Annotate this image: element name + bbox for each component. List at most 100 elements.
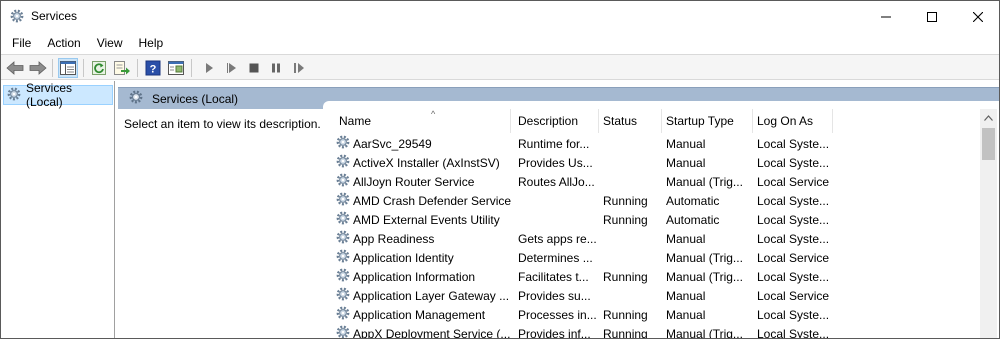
service-gear-icon [335,192,351,211]
service-status [603,154,663,173]
svg-text:?: ? [150,64,157,76]
show-hide-console-tree-icon[interactable] [58,58,78,78]
table-row[interactable]: AppX Deployment Service (... Provides inf… [323,325,983,339]
service-description [518,211,598,230]
minimize-button[interactable] [863,1,909,32]
vertical-scrollbar[interactable] [980,109,997,338]
gear-icon [9,8,25,24]
service-log-on-as: Local Syste... [757,194,830,208]
service-name-cell[interactable]: Application Identity [335,249,511,268]
back-arrow-icon[interactable] [5,58,25,78]
service-startup-type: Manual (Trig... [666,175,743,189]
refresh-icon[interactable] [89,58,109,78]
column-header-startup-type[interactable]: Startup Type [662,109,753,133]
menu-view[interactable]: View [89,33,131,53]
scroll-up-arrow-icon[interactable] [980,109,997,126]
service-gear-icon [335,306,351,325]
service-gear-icon [335,173,351,192]
menu-file[interactable]: File [4,33,39,53]
service-name-cell[interactable]: AarSvc_29549 [335,135,511,154]
gear-icon [6,86,22,105]
column-header-description[interactable]: Description [514,109,599,133]
service-status: Running [603,194,648,208]
maximize-button[interactable] [909,1,955,32]
service-name-cell[interactable]: Application Information [335,268,511,287]
service-log-on-as: Local Syste... [757,232,830,246]
menu-action[interactable]: Action [39,33,88,53]
service-description: Determines ... [518,251,593,265]
export-list-icon[interactable] [112,58,132,78]
start-service-icon[interactable] [199,58,219,78]
service-name: ActiveX Installer (AxInstSV) [353,156,500,170]
service-name-cell[interactable]: Application Management [335,306,511,325]
table-row[interactable]: AllJoyn Router Service Routes AllJo... Man… [323,173,983,192]
tree-item-services-local[interactable]: Services (Local) [3,81,113,109]
gear-icon [128,89,144,108]
service-name: App Readiness [353,232,435,246]
table-row[interactable]: Application Management Processes in... Run… [323,306,983,325]
service-startup-type: Manual [666,156,706,170]
properties-view-icon[interactable] [166,58,186,78]
service-name-cell[interactable]: AMD External Events Utility [335,211,511,230]
service-name: AarSvc_29549 [353,137,432,151]
service-name: Application Information [353,270,476,284]
service-gear-icon [335,268,351,287]
table-row[interactable]: Application Identity Determines ... Manual… [323,249,983,268]
table-row[interactable]: AarSvc_29549 Runtime for... Manual Local Sy… [323,135,983,154]
service-log-on-as: Local Syste... [757,213,830,227]
results-pane: Services (Local) Select an item to view … [118,81,999,339]
service-name-cell[interactable]: App Readiness [335,230,511,249]
service-log-on-as: Local Service [757,175,830,189]
forward-arrow-icon[interactable] [28,58,48,78]
service-name-cell[interactable]: Application Layer Gateway ... [335,287,511,306]
service-startup-type: Manual [666,232,706,246]
service-status [603,173,663,192]
service-description: Provides Us... [518,156,593,170]
start-service-alt-icon[interactable] [222,58,242,78]
service-gear-icon [335,211,351,230]
column-header-name[interactable]: ^ Name [335,109,511,133]
service-description: Routes AllJo... [518,175,595,189]
service-startup-type: Automatic [666,194,720,208]
service-startup-type: Manual (Trig... [666,327,743,339]
column-header-status[interactable]: Status [599,109,662,133]
services-rows: AarSvc_29549 Runtime for... Manual Local Sy… [323,135,983,339]
service-status: Running [603,213,648,227]
service-name: AllJoyn Router Service [353,175,475,189]
service-gear-icon [335,135,351,154]
service-gear-icon [335,154,351,173]
service-name-cell[interactable]: ActiveX Installer (AxInstSV) [335,154,511,173]
table-row[interactable]: Application Layer Gateway ... Provides su… [323,287,983,306]
service-status [603,287,663,306]
toolbar: ? [1,54,999,80]
service-name-cell[interactable]: AMD Crash Defender Service [335,192,511,211]
help-icon[interactable]: ? [143,58,163,78]
table-row[interactable]: Application Information Facilitates t... R… [323,268,983,287]
service-gear-icon [335,249,351,268]
scrollbar-thumb[interactable] [982,128,995,160]
service-name: Application Identity [353,251,454,265]
close-button[interactable] [955,1,999,32]
service-name-cell[interactable]: AppX Deployment Service (... [335,325,511,338]
title-bar: Services [1,1,999,32]
table-row[interactable]: ActiveX Installer (AxInstSV) Provides Us.… [323,154,983,173]
service-startup-type: Manual (Trig... [666,270,743,284]
table-row[interactable]: AMD External Events Utility Running Automa… [323,211,983,230]
service-log-on-as: Local Syste... [757,270,830,284]
service-status [603,230,663,249]
service-status: Running [603,270,648,284]
service-log-on-as: Local Syste... [757,156,830,170]
service-log-on-as: Local Syste... [757,308,830,322]
resume-service-icon[interactable] [289,58,309,78]
table-row[interactable]: AMD Crash Defender Service Running Automat… [323,192,983,211]
pause-service-icon[interactable] [266,58,286,78]
service-name: Application Layer Gateway ... [353,289,510,303]
table-row[interactable]: App Readiness Gets apps re... Manual Local … [323,230,983,249]
service-startup-type: Manual [666,308,706,322]
column-headers: ^ Name Description Status Startup Type L… [323,109,983,133]
column-header-log-on-as[interactable]: Log On As [753,109,833,133]
stop-service-icon[interactable] [244,58,264,78]
menu-help[interactable]: Help [131,33,172,53]
window-title: Services [31,9,78,23]
service-name-cell[interactable]: AllJoyn Router Service [335,173,511,192]
